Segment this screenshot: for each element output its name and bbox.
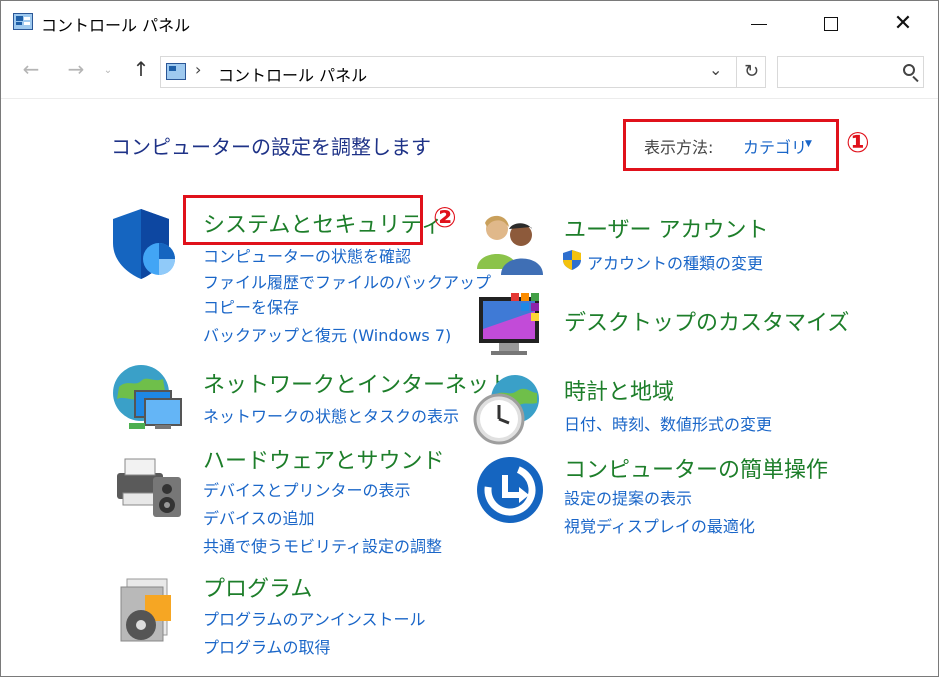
page-title: コンピューターの設定を調整します <box>111 135 431 159</box>
control-panel-window: コントロール パネル ✕ ← → ⌄ ↑ › コントロール パネル ⌄ ↻ コン… <box>0 0 939 677</box>
annotation-box-system-security <box>183 195 423 245</box>
network-globe-icon <box>113 365 182 429</box>
link-devices-printers[interactable]: デバイスとプリンターの表示 <box>203 477 411 501</box>
link-mobility-settings[interactable]: 共通で使うモビリティ設定の調整 <box>203 533 442 557</box>
view-by-label: 表示方法: <box>644 138 714 157</box>
link-file-history[interactable]: ファイル履歴でファイルのバックアップ <box>203 269 491 293</box>
printer-speaker-icon <box>117 458 181 517</box>
maximize-icon <box>824 17 838 31</box>
annotation-marker-1: ① <box>846 126 870 159</box>
up-button[interactable]: ↑ <box>128 57 154 81</box>
caret-down-icon[interactable]: ▼ <box>805 139 812 149</box>
search-input[interactable] <box>777 56 924 88</box>
users-icon <box>477 215 543 275</box>
category-hardware-sound[interactable]: ハードウェアとサウンド <box>203 443 445 475</box>
refresh-icon: ↻ <box>743 61 760 82</box>
category-programs[interactable]: プログラム <box>203 571 312 603</box>
minimize-button[interactable] <box>723 1 795 47</box>
link-uninstall-program[interactable]: プログラムのアンインストール <box>203 606 426 630</box>
uac-shield-icon <box>563 250 581 270</box>
category-network-internet[interactable]: ネットワークとインターネット <box>203 367 511 399</box>
category-user-accounts[interactable]: ユーザー アカウント <box>564 212 769 244</box>
programs-box-icon <box>120 578 171 642</box>
control-panel-icon <box>166 63 186 80</box>
category-desktop-customize[interactable]: デスクトップのカスタマイズ <box>564 305 849 337</box>
link-suggested-settings[interactable]: 設定の提案の表示 <box>564 485 692 509</box>
link-change-account-type[interactable]: アカウントの種類の変更 <box>587 250 763 274</box>
control-panel-icon <box>13 13 33 30</box>
clock-globe-icon <box>473 375 539 445</box>
link-save-copy[interactable]: コピーを保存 <box>203 294 299 318</box>
link-add-device[interactable]: デバイスの追加 <box>203 505 315 529</box>
link-date-time-format[interactable]: 日付、時刻、数値形式の変更 <box>564 411 772 435</box>
annotation-marker-2: ② <box>433 201 457 234</box>
link-network-status[interactable]: ネットワークの状態とタスクの表示 <box>203 403 459 427</box>
chevron-down-icon: ⌄ <box>103 65 113 76</box>
minimize-icon <box>751 23 767 25</box>
ease-of-access-icon <box>477 457 543 523</box>
category-ease-of-access[interactable]: コンピューターの簡単操作 <box>564 452 828 484</box>
link-optimize-display[interactable]: 視覚ディスプレイの最適化 <box>564 513 755 537</box>
desktop-customize-icon <box>479 293 539 355</box>
address-history-dropdown-icon[interactable]: ⌄ <box>709 60 722 79</box>
back-button[interactable]: ← <box>18 57 44 81</box>
arrow-right-icon: → <box>67 57 85 81</box>
link-get-programs[interactable]: プログラムの取得 <box>203 634 331 658</box>
refresh-button[interactable]: ↻ <box>736 57 766 87</box>
view-by-dropdown[interactable]: カテゴリ <box>743 134 807 158</box>
address-bar[interactable]: › コントロール パネル ⌄ ↻ <box>160 56 766 88</box>
security-shield-icon <box>113 209 175 279</box>
close-button[interactable]: ✕ <box>867 1 939 47</box>
category-clock-region[interactable]: 時計と地域 <box>564 374 674 406</box>
forward-button[interactable]: → <box>63 57 89 81</box>
arrow-left-icon: ← <box>22 57 40 81</box>
window-title: コントロール パネル <box>41 16 191 35</box>
arrow-up-icon: ↑ <box>132 57 150 81</box>
breadcrumb-separator-icon[interactable]: › <box>195 60 201 79</box>
navigation-bar: ← → ⌄ ↑ › コントロール パネル ⌄ ↻ <box>1 47 938 99</box>
title-bar: コントロール パネル ✕ <box>1 1 938 47</box>
search-icon <box>903 64 915 76</box>
breadcrumb-control-panel[interactable]: コントロール パネル <box>218 62 367 86</box>
link-backup-restore[interactable]: バックアップと復元 (Windows 7) <box>203 322 451 346</box>
maximize-button[interactable] <box>795 1 867 47</box>
link-check-status[interactable]: コンピューターの状態を確認 <box>203 243 411 267</box>
recent-locations-button[interactable]: ⌄ <box>101 65 115 76</box>
close-icon: ✕ <box>893 11 913 36</box>
